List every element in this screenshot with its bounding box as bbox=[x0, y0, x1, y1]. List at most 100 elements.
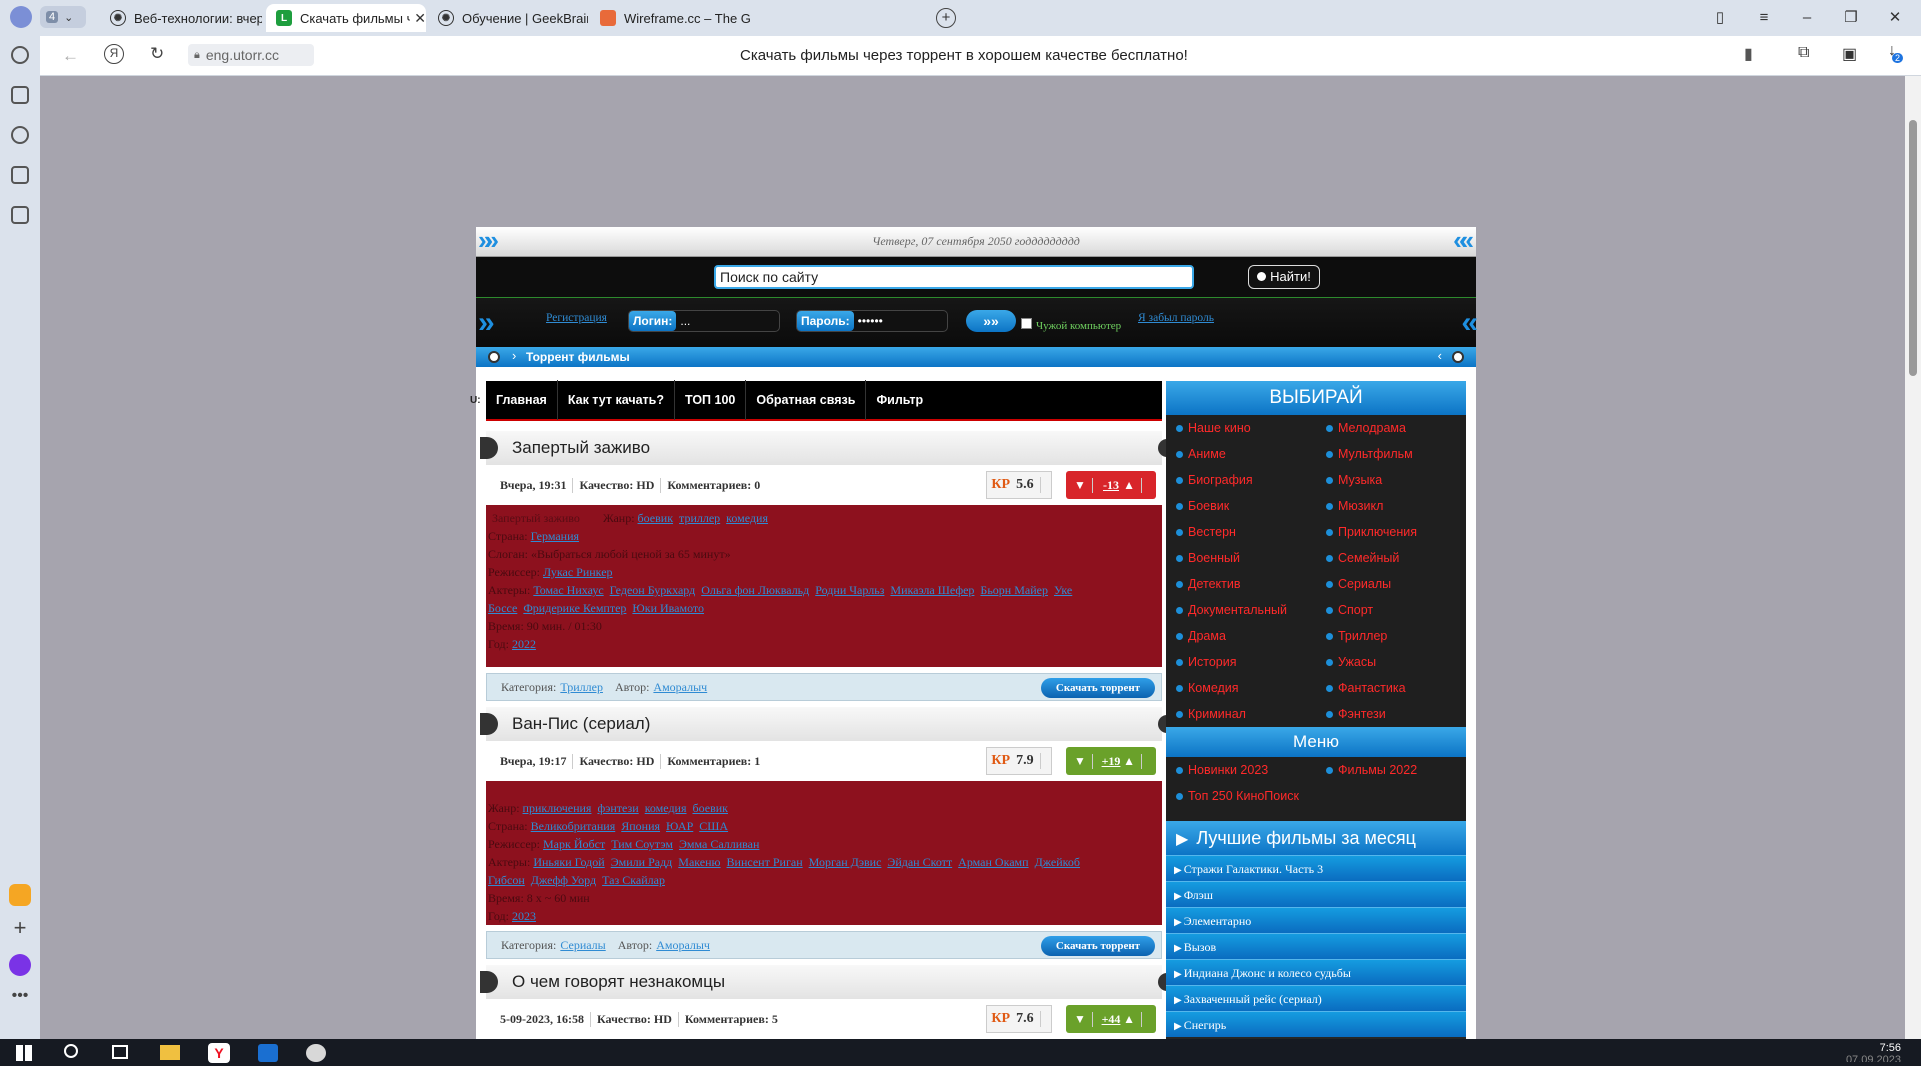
director-link[interactable]: Эмма Салливан bbox=[679, 837, 759, 851]
search-button[interactable]: Найти! bbox=[1248, 265, 1320, 289]
director-link[interactable]: Тим Соутэм bbox=[611, 837, 673, 851]
thumbs-up-icon[interactable]: ▲ bbox=[1123, 753, 1142, 769]
genre-item[interactable]: Приключения bbox=[1316, 519, 1466, 545]
yandex-icon[interactable]: Я bbox=[104, 44, 124, 64]
login-submit-button[interactable]: »» bbox=[966, 310, 1016, 332]
tab-wireframe[interactable]: Wireframe.cc – The Go-to bbox=[590, 4, 750, 32]
director-link[interactable]: Лукас Ринкер bbox=[543, 565, 613, 579]
genre-item[interactable]: Мультфильм bbox=[1316, 441, 1466, 467]
category-link[interactable]: Сериалы bbox=[560, 938, 605, 953]
genre-item[interactable]: Триллер bbox=[1316, 623, 1466, 649]
actor-link[interactable]: Иньяки Годой bbox=[533, 855, 604, 869]
year-link[interactable]: 2022 bbox=[512, 637, 536, 651]
mail-app-icon[interactable] bbox=[9, 884, 31, 906]
article-title[interactable]: Ван-Пис (сериал) bbox=[480, 707, 1174, 741]
genre-link[interactable]: комедия bbox=[726, 511, 768, 525]
thumbs-up-icon[interactable]: ▲ bbox=[1123, 477, 1142, 493]
genre-item[interactable]: Музыка bbox=[1316, 467, 1466, 493]
genre-link[interactable]: комедия bbox=[645, 801, 687, 815]
genre-item[interactable]: Биография bbox=[1166, 467, 1316, 493]
country-link[interactable]: Япония bbox=[621, 819, 660, 833]
search-input[interactable]: Поиск по сайту bbox=[714, 265, 1194, 289]
genre-item[interactable]: Мелодрама bbox=[1316, 415, 1466, 441]
nav-feedback[interactable]: Обратная связь bbox=[746, 380, 867, 420]
best-movie-item[interactable]: Элементарно bbox=[1166, 907, 1466, 933]
tab-counter[interactable]: 4 ⌄ bbox=[40, 6, 86, 28]
genre-link[interactable]: боевик bbox=[693, 801, 729, 815]
five-icon[interactable] bbox=[11, 166, 29, 184]
bookmarks-panel-icon[interactable]: ▯ bbox=[1710, 8, 1730, 28]
windows-start-icon[interactable] bbox=[16, 1045, 32, 1061]
country-link[interactable]: Великобритания bbox=[531, 819, 616, 833]
download-torrent-button[interactable]: Скачать торрент bbox=[1041, 936, 1155, 956]
window-close-icon[interactable]: ✕ bbox=[1885, 8, 1905, 28]
file-explorer-icon[interactable] bbox=[160, 1045, 180, 1060]
actor-link[interactable]: Эйдан Скотт bbox=[887, 855, 952, 869]
menu-icon[interactable]: ≡ bbox=[1754, 8, 1774, 28]
menu-item[interactable]: Новинки 2023 bbox=[1166, 757, 1316, 783]
genre-item[interactable]: Детектив bbox=[1166, 571, 1316, 597]
add-app-icon[interactable]: + bbox=[10, 917, 30, 939]
history-icon[interactable] bbox=[11, 46, 29, 64]
actor-link[interactable]: Томас Нихаус bbox=[533, 583, 603, 597]
genre-item[interactable]: Криминал bbox=[1166, 701, 1316, 727]
genre-link[interactable]: боевик bbox=[638, 511, 674, 525]
article-title[interactable]: О чем говорят незнакомцы bbox=[480, 965, 1174, 999]
best-movie-item[interactable]: Снегирь bbox=[1166, 1011, 1466, 1037]
genre-item[interactable]: Сериалы bbox=[1316, 571, 1466, 597]
actor-link[interactable]: Морган Дэвис bbox=[809, 855, 882, 869]
genre-link[interactable]: приключения bbox=[523, 801, 592, 815]
actor-link[interactable]: Ольга фон Люквальд bbox=[701, 583, 809, 597]
profile-avatar[interactable] bbox=[10, 6, 32, 28]
password-manager-icon[interactable]: ▣ bbox=[1842, 44, 1857, 64]
password-field[interactable]: Пароль: •••••• bbox=[796, 310, 948, 332]
extensions-icon[interactable]: ⧉ bbox=[1798, 44, 1809, 62]
bookmark-icon[interactable]: ▮ bbox=[1744, 44, 1753, 64]
genre-item[interactable]: Спорт bbox=[1316, 597, 1466, 623]
best-movie-item[interactable]: Индиана Джонс и колесо судьбы bbox=[1166, 959, 1466, 985]
actor-link[interactable]: Арман Окамп bbox=[958, 855, 1028, 869]
scrollbar-thumb[interactable] bbox=[1909, 120, 1917, 376]
thumbs-down-icon[interactable]: ▼ bbox=[1074, 753, 1093, 769]
page-scrollbar[interactable] bbox=[1905, 76, 1921, 1039]
actor-link[interactable]: Таз Скайлар bbox=[602, 873, 665, 887]
genre-item[interactable]: Военный bbox=[1166, 545, 1316, 571]
task-view-icon[interactable] bbox=[112, 1045, 128, 1059]
actor-link[interactable]: Гедеон Буркхард bbox=[610, 583, 696, 597]
video-icon[interactable] bbox=[11, 126, 29, 144]
thumbs-down-icon[interactable]: ▼ bbox=[1074, 477, 1093, 493]
clock[interactable]: 7:56 07.09.2023 bbox=[1846, 1042, 1901, 1062]
genre-item[interactable]: Аниме bbox=[1166, 441, 1316, 467]
maximize-icon[interactable]: ❐ bbox=[1841, 8, 1861, 28]
url-field[interactable]: 🔒︎ eng.utorr.cc bbox=[188, 44, 314, 66]
menu-item[interactable]: Фильмы 2022 bbox=[1316, 757, 1466, 783]
login-field[interactable]: Логин:... bbox=[628, 310, 780, 332]
new-tab-icon[interactable]: + bbox=[936, 8, 956, 28]
actor-link[interactable]: Эмили Радд bbox=[611, 855, 673, 869]
genre-item[interactable]: Мюзикл bbox=[1316, 493, 1466, 519]
country-link[interactable]: Германия bbox=[531, 529, 579, 543]
category-link[interactable]: Триллер bbox=[560, 680, 603, 695]
nav-home[interactable]: Главная bbox=[486, 380, 558, 420]
genre-item[interactable]: Документальный bbox=[1166, 597, 1316, 623]
best-movie-item[interactable]: Захваченный рейс (сериал) bbox=[1166, 985, 1466, 1011]
download-torrent-button[interactable]: Скачать торрент bbox=[1041, 678, 1155, 698]
outlook-icon[interactable] bbox=[258, 1044, 278, 1062]
year-link[interactable]: 2023 bbox=[512, 909, 536, 923]
actor-link[interactable]: Макеню bbox=[678, 855, 720, 869]
genre-item[interactable]: Фантастика bbox=[1316, 675, 1466, 701]
reload-icon[interactable]: ↻ bbox=[150, 44, 164, 64]
best-movie-item[interactable]: Флэш bbox=[1166, 881, 1466, 907]
forgot-password-link[interactable]: Я забыл пароль bbox=[1138, 312, 1214, 324]
genre-link[interactable]: триллер bbox=[679, 511, 720, 525]
menu-item[interactable]: Топ 250 КиноПоиск bbox=[1166, 783, 1466, 809]
best-movie-item[interactable]: Стражи Галактики. Часть 3 bbox=[1166, 855, 1466, 881]
downloads-icon[interactable]: ↓2 bbox=[1888, 42, 1907, 63]
actor-link[interactable]: Микаэла Шефер bbox=[890, 583, 974, 597]
actor-link[interactable]: Винсент Риган bbox=[727, 855, 803, 869]
foreign-pc-checkbox[interactable] bbox=[1021, 318, 1032, 329]
actor-link[interactable]: Джефф Уорд bbox=[531, 873, 596, 887]
genre-item[interactable]: Комедия bbox=[1166, 675, 1316, 701]
genre-item[interactable]: Боевик bbox=[1166, 493, 1316, 519]
genre-item[interactable]: История bbox=[1166, 649, 1316, 675]
